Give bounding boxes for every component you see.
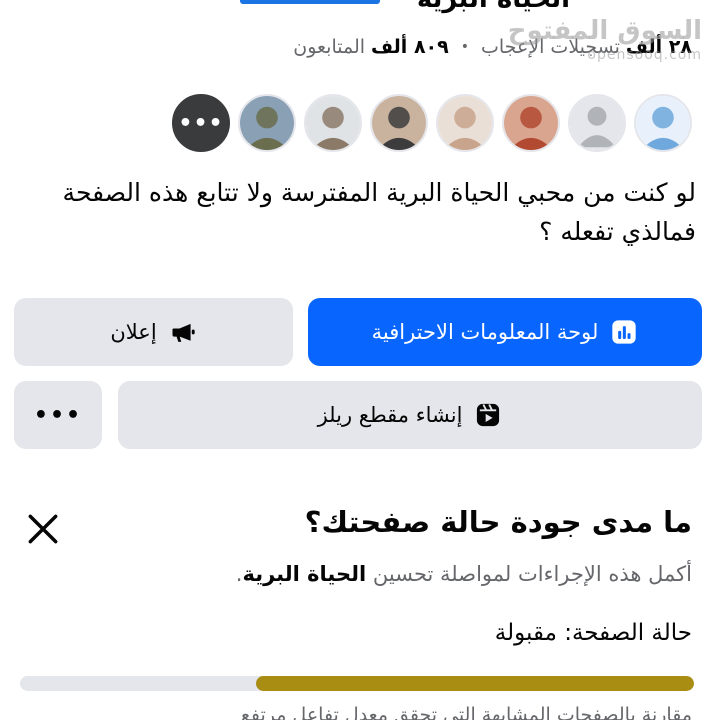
stats-separator: •: [460, 39, 469, 55]
comparison-text-cut: مقارنة بالصفحات المشابهة التي تحقق معدل …: [240, 704, 692, 720]
page-bio: لو كنت من محبي الحياة البرية المفترسة ول…: [62, 178, 696, 246]
avatar-man-with-child[interactable]: [370, 94, 428, 152]
professional-dashboard-label: لوحة المعلومات الاحترافية: [371, 320, 599, 344]
page-quality-title: ما مدى جودة حالة صفحتك؟: [304, 505, 692, 539]
advertise-label: إعلان: [110, 320, 157, 344]
professional-dashboard-button[interactable]: لوحة المعلومات الاحترافية: [308, 298, 702, 366]
advertise-button[interactable]: إعلان: [14, 298, 293, 366]
page-status-label: حالة الصفحة:: [564, 620, 692, 646]
chart-icon: [610, 318, 638, 346]
more-followers-icon[interactable]: •••: [172, 94, 230, 152]
avatar-woman-red-hair[interactable]: [502, 94, 560, 152]
megaphone-icon: [169, 318, 197, 346]
followers-count[interactable]: ٨٠٩ ألف: [371, 36, 449, 58]
avatar-doctors[interactable]: [634, 94, 692, 152]
likes-label[interactable]: تسجيلات الإعجاب: [481, 36, 620, 58]
followers-label[interactable]: المتابعون: [293, 36, 365, 58]
avatar-woman-photo[interactable]: [436, 94, 494, 152]
page-quality-progress-bar: [20, 676, 694, 691]
more-options-button[interactable]: •••: [14, 381, 102, 449]
quality-subtitle-page-name: الحياة البرية: [242, 562, 367, 586]
active-tab-indicator: [240, 0, 380, 4]
progress-fill: [255, 676, 694, 691]
avatar-man-with-truck[interactable]: [304, 94, 362, 152]
avatar-default-silhouette[interactable]: [568, 94, 626, 152]
page-title-cut: الحياة البرية: [417, 0, 570, 14]
page-status: حالة الصفحة: مقبولة: [495, 620, 692, 646]
likes-count[interactable]: ٢٨ ألف: [626, 36, 692, 58]
more-options-icon: •••: [33, 402, 83, 428]
follower-avatars: •••: [172, 94, 692, 154]
top-cut-header: الحياة البرية: [0, 0, 720, 24]
reels-icon: [474, 401, 502, 429]
create-reel-label: إنشاء مقطع ريلز: [317, 403, 463, 427]
page-quality-subtitle: أكمل هذه الإجراءات لمواصلة تحسين الحياة …: [236, 562, 692, 586]
create-reel-button[interactable]: إنشاء مقطع ريلز: [118, 381, 702, 449]
page-status-value: مقبولة: [494, 620, 557, 646]
close-icon[interactable]: [24, 510, 62, 548]
page-stats: ٢٨ ألف تسجيلات الإعجاب • ٨٠٩ ألف المتابع…: [293, 36, 692, 58]
quality-subtitle-prefix: أكمل هذه الإجراءات لمواصلة تحسين: [366, 562, 692, 586]
avatar-man-camouflage[interactable]: [238, 94, 296, 152]
